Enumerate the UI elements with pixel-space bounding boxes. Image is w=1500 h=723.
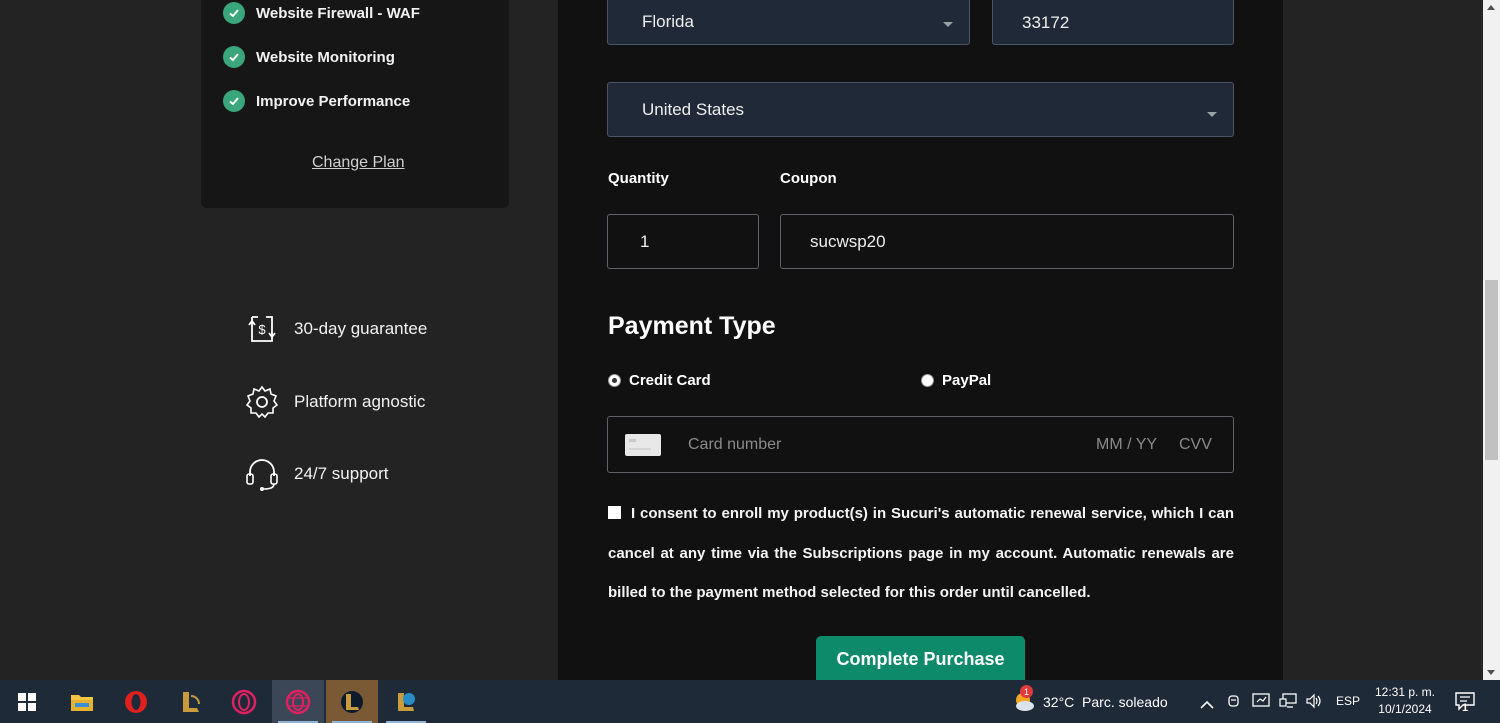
- radio-credit-card[interactable]: Credit Card: [608, 372, 711, 389]
- coupon-value: sucwsp20: [810, 231, 886, 251]
- taskbar-file-explorer[interactable]: [56, 680, 108, 723]
- change-plan-link[interactable]: Change Plan: [312, 154, 405, 172]
- feature-label: Website Firewall - WAF: [256, 4, 420, 22]
- zip-input[interactable]: 33172: [992, 0, 1234, 45]
- taskbar-opera-gx-active[interactable]: [272, 680, 324, 723]
- volume-icon[interactable]: [1305, 693, 1323, 714]
- checkout-form: Florida 33172 United States Quantity Cou…: [558, 0, 1283, 686]
- benefit-support: 24/7 support: [244, 456, 389, 492]
- chevron-down-icon: [1207, 112, 1217, 117]
- scroll-down-icon[interactable]: [1487, 670, 1495, 675]
- notification-count: 1: [1462, 702, 1469, 714]
- benefit-label: 24/7 support: [294, 464, 389, 483]
- state-value: Florida: [642, 11, 694, 31]
- network-icon[interactable]: [1279, 693, 1297, 714]
- state-select[interactable]: Florida: [607, 0, 970, 45]
- check-circle-icon: [223, 90, 245, 112]
- chevron-up-icon[interactable]: [1200, 696, 1214, 714]
- weather-text[interactable]: 32°C Parc. soleado: [1043, 694, 1168, 710]
- scroll-up-icon[interactable]: [1487, 5, 1495, 10]
- taskbar-league[interactable]: [164, 680, 216, 723]
- feature-label: Website Monitoring: [256, 48, 395, 66]
- chevron-down-icon: [943, 22, 953, 27]
- taskbar-league-client[interactable]: [326, 680, 378, 723]
- windows-icon: [18, 692, 36, 711]
- quantity-value: 1: [640, 231, 650, 251]
- language-indicator[interactable]: ESP: [1336, 694, 1360, 708]
- taskbar-league-launcher[interactable]: [380, 680, 432, 723]
- benefit-label: 30-day guarantee: [294, 319, 428, 338]
- coupon-label: Coupon: [780, 170, 837, 187]
- opera-icon: [125, 690, 147, 713]
- clock[interactable]: 12:31 p. m. 10/1/2024: [1368, 684, 1442, 718]
- card-field[interactable]: Card number MM / YY CVV: [607, 416, 1234, 473]
- feature-monitoring: Website Monitoring: [223, 46, 395, 68]
- weather-widget[interactable]: 1: [1010, 685, 1036, 719]
- check-circle-icon: [223, 2, 245, 24]
- taskbar-opera-gx[interactable]: [218, 680, 270, 723]
- taskbar: 1 32°C Parc. soleado ESP 12:31 p. m. 10/…: [0, 680, 1500, 723]
- benefit-label: Platform agnostic: [294, 392, 426, 411]
- league-launcher-icon: [398, 692, 415, 711]
- consent-checkbox[interactable]: [608, 506, 621, 520]
- scroll-thumb[interactable]: [1485, 280, 1498, 460]
- feature-label: Improve Performance: [256, 92, 411, 110]
- check-circle-icon: [223, 46, 245, 68]
- headset-icon: [246, 459, 278, 491]
- country-value: United States: [642, 99, 745, 119]
- feature-waf: Website Firewall - WAF: [223, 2, 420, 24]
- opera-gx-icon: [231, 689, 257, 714]
- radio-paypal[interactable]: PayPal: [921, 372, 991, 389]
- clock-date: 10/1/2024: [1378, 702, 1432, 716]
- feature-performance: Improve Performance: [223, 90, 410, 112]
- taskbar-opera[interactable]: [110, 680, 162, 723]
- radio-label: Credit Card: [629, 372, 711, 389]
- consent-label: I consent to enroll my product(s) in Suc…: [608, 505, 1234, 601]
- league-icon: [183, 691, 200, 712]
- network-security-icon[interactable]: [1252, 693, 1270, 714]
- benefit-guarantee: $ 30-day guarantee: [244, 311, 427, 347]
- consent-text: I consent to enroll my product(s) in Suc…: [608, 494, 1234, 613]
- complete-purchase-button[interactable]: Complete Purchase: [816, 636, 1025, 686]
- cvv-placeholder[interactable]: CVV: [1179, 436, 1212, 454]
- zip-value: 33172: [1022, 12, 1070, 32]
- plan-card: Website Firewall - WAF Website Monitorin…: [201, 0, 509, 208]
- svg-text:$: $: [258, 322, 266, 337]
- quantity-label: Quantity: [608, 170, 669, 187]
- radio-label: PayPal: [942, 372, 992, 389]
- radio-unselected-icon[interactable]: [921, 374, 934, 387]
- money-back-icon: $: [248, 316, 276, 342]
- scrollbar[interactable]: [1483, 0, 1500, 680]
- gear-icon: [245, 385, 279, 419]
- league-client-icon: [341, 690, 363, 713]
- folder-icon: [71, 694, 93, 711]
- coupon-input[interactable]: sucwsp20: [780, 214, 1234, 269]
- opera-gx-icon: [285, 689, 311, 714]
- start-button[interactable]: [0, 680, 54, 723]
- meet-now-icon[interactable]: [1226, 693, 1242, 714]
- weather-alert-badge: 1: [1020, 685, 1033, 698]
- radio-selected-icon[interactable]: [608, 374, 621, 387]
- quantity-input[interactable]: 1: [607, 214, 759, 269]
- country-select[interactable]: United States: [607, 82, 1234, 137]
- benefit-agnostic: Platform agnostic: [244, 384, 425, 420]
- clock-time: 12:31 p. m.: [1374, 685, 1436, 699]
- credit-card-icon: [625, 434, 661, 456]
- expiry-placeholder[interactable]: MM / YY: [1096, 436, 1157, 454]
- card-number-placeholder[interactable]: Card number: [688, 436, 781, 454]
- payment-type-title: Payment Type: [608, 312, 776, 340]
